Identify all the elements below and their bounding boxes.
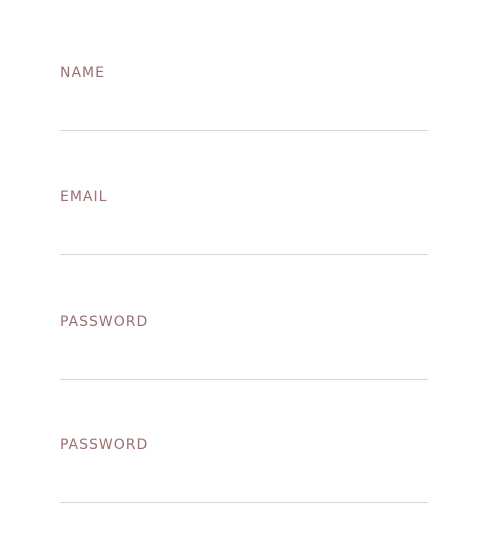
- confirm-password-field-group: PASSWORD: [60, 437, 428, 513]
- confirm-password-input[interactable]: [60, 459, 428, 503]
- name-label: NAME: [60, 65, 105, 81]
- name-input[interactable]: [60, 87, 428, 131]
- password-input[interactable]: [60, 336, 428, 380]
- email-label: EMAIL: [60, 189, 108, 205]
- password-label: PASSWORD: [60, 314, 149, 330]
- signup-form: NAME EMAIL PASSWORD PASSWORD: [0, 0, 488, 555]
- email-field-group: EMAIL: [60, 189, 428, 265]
- confirm-password-label: PASSWORD: [60, 437, 149, 453]
- password-field-group: PASSWORD: [60, 314, 428, 390]
- name-field-group: NAME: [60, 65, 428, 141]
- email-input[interactable]: [60, 211, 428, 255]
